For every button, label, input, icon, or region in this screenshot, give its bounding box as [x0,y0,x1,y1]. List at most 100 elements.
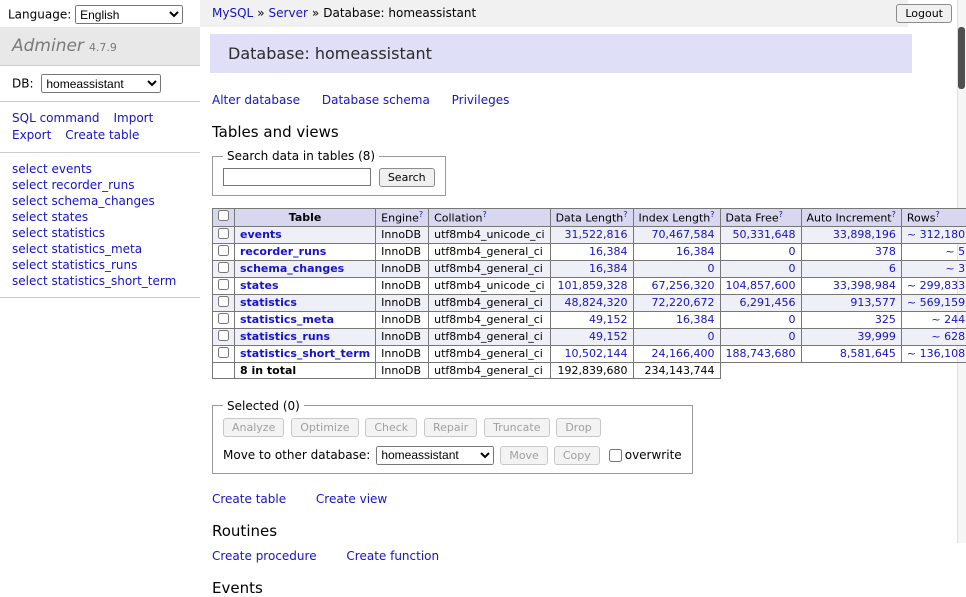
drop-button[interactable]: Drop [556,418,600,437]
table-name-link[interactable]: statistics_runs [240,330,330,343]
overwrite-checkbox[interactable] [609,449,622,462]
search-button[interactable]: Search [379,168,435,187]
row-checkbox[interactable] [218,313,229,324]
row-checkbox[interactable] [218,279,229,290]
create-view-link[interactable]: Create view [316,492,387,506]
create-table-link[interactable]: Create table [212,492,286,506]
language-select[interactable]: English [75,5,183,24]
privileges-link[interactable]: Privileges [452,93,510,107]
move-button[interactable]: Move [500,446,548,465]
auto-increment-link[interactable]: 325 [875,313,896,326]
truncate-button[interactable]: Truncate [484,418,549,437]
analyze-button[interactable]: Analyze [223,418,284,437]
repair-button[interactable]: Repair [424,418,477,437]
auto-increment-link[interactable]: 33,398,984 [833,279,896,292]
table-name-link[interactable]: statistics_short_term [240,347,370,360]
db-select[interactable]: homeassistant [41,74,161,93]
create-procedure-link[interactable]: Create procedure [212,549,317,563]
copy-button[interactable]: Copy [554,446,600,465]
data-length-link[interactable]: 16,384 [589,262,628,275]
row-checkbox[interactable] [218,330,229,341]
table-name-link[interactable]: statistics [240,296,297,309]
data-free-link[interactable]: 0 [789,313,796,326]
index-length-link[interactable]: 16,384 [676,313,715,326]
row-checkbox[interactable] [218,228,229,239]
row-checkbox[interactable] [218,296,229,307]
data-free-link[interactable]: 0 [789,262,796,275]
move-db-select[interactable]: homeassistant [376,446,494,465]
sidebar-item-select-recorder-runs[interactable]: select recorder_runs [12,177,188,193]
sidebar-item-select-statistics-runs[interactable]: select statistics_runs [12,257,188,273]
data-length-link[interactable]: 101,859,328 [558,279,628,292]
help-icon[interactable]: ? [419,210,423,219]
sidebar-sql-command-link[interactable]: SQL command [12,111,99,125]
rows-link[interactable]: ~ 628 [931,330,965,343]
data-length-link[interactable]: 31,522,816 [565,228,628,241]
scrollbar-thumb[interactable] [958,27,965,89]
help-icon[interactable]: ? [623,210,627,219]
data-free-link[interactable]: 0 [789,330,796,343]
optimize-button[interactable]: Optimize [291,418,358,437]
rows-link[interactable]: ~ 312,180 [907,228,965,241]
select-all-checkbox[interactable] [218,210,229,221]
data-free-link[interactable]: 0 [789,245,796,258]
data-length-link[interactable]: 10,502,144 [565,347,628,360]
index-length-link[interactable]: 24,166,400 [652,347,715,360]
sidebar-import-link[interactable]: Import [113,111,153,125]
rows-link[interactable]: ~ 299,833 [907,279,965,292]
index-length-link[interactable]: 67,256,320 [652,279,715,292]
help-icon[interactable]: ? [482,210,486,219]
data-length-link[interactable]: 49,152 [589,313,628,326]
auto-increment-link[interactable]: 33,898,196 [833,228,896,241]
row-checkbox[interactable] [218,262,229,273]
data-free-link[interactable]: 104,857,600 [726,279,796,292]
sidebar-item-select-statistics[interactable]: select statistics [12,225,188,241]
sidebar-item-select-schema-changes[interactable]: select schema_changes [12,193,188,209]
table-name-link[interactable]: events [240,228,282,241]
breadcrumb-server-link[interactable]: Server [269,6,308,20]
rows-link[interactable]: ~ 569,159 [907,296,965,309]
search-input[interactable] [223,168,371,186]
sidebar-create-table-link[interactable]: Create table [65,128,139,142]
table-name-link[interactable]: states [240,279,279,292]
row-checkbox[interactable] [218,245,229,256]
help-icon[interactable]: ? [779,210,783,219]
auto-increment-link[interactable]: 8,581,645 [840,347,896,360]
rows-link[interactable]: ~ 244 [931,313,965,326]
alter-database-link[interactable]: Alter database [212,93,300,107]
rows-link[interactable]: ~ 136,108 [907,347,965,360]
data-free-link[interactable]: 188,743,680 [726,347,796,360]
index-length-link[interactable]: 0 [708,262,715,275]
logout-button[interactable]: Logout [896,4,952,23]
help-icon[interactable]: ? [710,210,714,219]
index-length-link[interactable]: 0 [708,330,715,343]
index-length-link[interactable]: 70,467,584 [652,228,715,241]
index-length-link[interactable]: 16,384 [676,245,715,258]
row-checkbox[interactable] [218,347,229,358]
create-function-link[interactable]: Create function [346,549,439,563]
database-schema-link[interactable]: Database schema [322,93,430,107]
auto-increment-link[interactable]: 39,999 [857,330,896,343]
help-icon[interactable]: ? [935,210,939,219]
data-length-link[interactable]: 16,384 [589,245,628,258]
sidebar-export-link[interactable]: Export [12,128,51,142]
sidebar-item-select-statistics-short-term[interactable]: select statistics_short_term [12,273,188,289]
data-length-link[interactable]: 49,152 [589,330,628,343]
data-length-link[interactable]: 48,824,320 [565,296,628,309]
table-name-link[interactable]: statistics_meta [240,313,334,326]
auto-increment-link[interactable]: 6 [889,262,896,275]
rows-link[interactable]: ~ 3 [945,262,965,275]
help-icon[interactable]: ? [892,210,896,219]
auto-increment-link[interactable]: 378 [875,245,896,258]
sidebar-item-select-statistics-meta[interactable]: select statistics_meta [12,241,188,257]
table-name-link[interactable]: recorder_runs [240,245,326,258]
auto-increment-link[interactable]: 913,577 [850,296,896,309]
index-length-link[interactable]: 72,220,672 [652,296,715,309]
check-button[interactable]: Check [365,418,417,437]
table-name-link[interactable]: schema_changes [240,262,344,275]
sidebar-item-select-events[interactable]: select events [12,161,188,177]
data-free-link[interactable]: 50,331,648 [733,228,796,241]
breadcrumb-mysql-link[interactable]: MySQL [212,6,253,20]
data-free-link[interactable]: 6,291,456 [740,296,796,309]
sidebar-item-select-states[interactable]: select states [12,209,188,225]
